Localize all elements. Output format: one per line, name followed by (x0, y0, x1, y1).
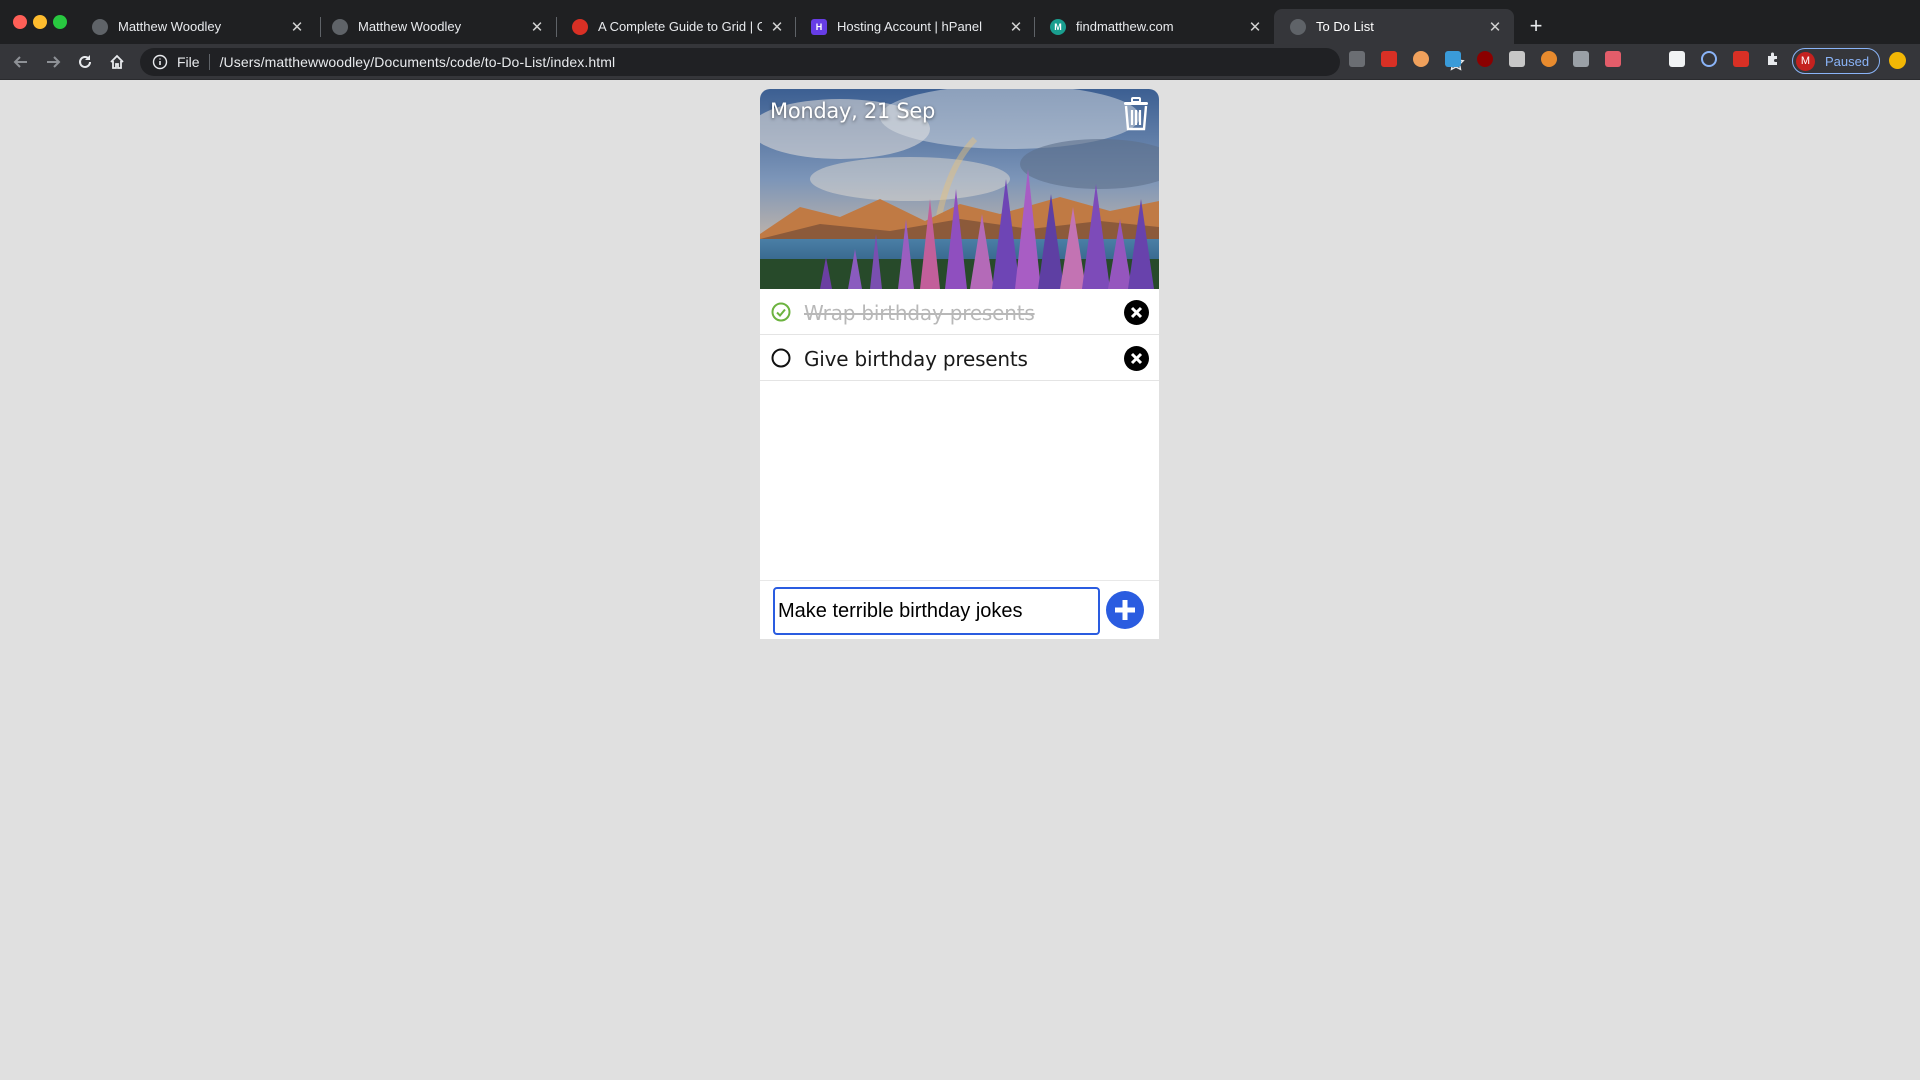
tab-title: Matthew Woodley (358, 19, 462, 34)
tab-findmatthew[interactable]: M findmatthew.com ✕ (1034, 9, 1274, 44)
globe-icon (332, 18, 348, 35)
puzzle-icon[interactable] (1765, 51, 1781, 67)
todo-item: Give birthday presents (760, 335, 1159, 381)
back-button[interactable] (7, 48, 35, 76)
tab-title: Hosting Account | hPanel (837, 19, 983, 34)
avatar: M (1796, 51, 1815, 71)
globe-icon (1290, 18, 1306, 35)
site-icon: M (1050, 18, 1066, 35)
extension-icon[interactable] (1509, 51, 1525, 67)
reload-button[interactable] (71, 48, 99, 76)
remove-item-icon[interactable] (1124, 346, 1149, 371)
tab-css-grid-guide[interactable]: A Complete Guide to Grid | CSS ✕ (556, 9, 796, 44)
minimize-window-button[interactable] (33, 15, 47, 29)
checked-circle-icon[interactable] (771, 302, 791, 322)
close-tab-icon[interactable]: ✕ (1486, 18, 1504, 36)
extension-icon[interactable] (1445, 51, 1461, 67)
tab-title: A Complete Guide to Grid | CSS (598, 19, 762, 34)
extension-icon[interactable] (1573, 51, 1589, 67)
address-bar[interactable]: File /Users/matthewwoodley/Documents/cod… (140, 48, 1465, 76)
tab-strip: Matthew Woodley ✕ Matthew Woodley ✕ A Co… (0, 0, 1920, 44)
todo-item: Wrap birthday presents (760, 289, 1159, 335)
css-tricks-icon (572, 18, 588, 35)
extension-icon[interactable] (1889, 52, 1906, 69)
extension-icon[interactable] (1733, 51, 1749, 67)
ublock-icon[interactable] (1477, 51, 1493, 67)
unchecked-circle-icon[interactable] (771, 348, 791, 368)
date-heading: Monday, 21 Sep (770, 99, 936, 123)
extension-icon[interactable] (1541, 51, 1557, 67)
tab-hpanel[interactable]: H Hosting Account | hPanel ✕ (795, 9, 1035, 44)
profile-button[interactable]: M Paused (1792, 48, 1880, 74)
info-icon[interactable] (152, 54, 168, 70)
extension-icon[interactable] (1381, 51, 1397, 67)
add-todo-bar (760, 580, 1159, 639)
tab-to-do-list[interactable]: To Do List ✕ (1274, 9, 1514, 44)
font-extension-icon[interactable] (1669, 51, 1685, 67)
trash-icon[interactable] (1121, 97, 1151, 131)
arrow-right-icon (47, 56, 61, 68)
close-tab-icon[interactable]: ✕ (288, 18, 306, 36)
url-scheme-label: File (177, 54, 210, 70)
reload-icon (79, 55, 91, 68)
new-todo-input[interactable] (773, 587, 1100, 635)
tab-matthew-woodley-1[interactable]: Matthew Woodley ✕ (76, 9, 316, 44)
close-tab-icon[interactable]: ✕ (1246, 18, 1264, 36)
profile-status: Paused (1825, 53, 1870, 69)
remove-item-icon[interactable] (1124, 300, 1149, 325)
extension-icon[interactable] (1349, 51, 1365, 67)
tab-title: findmatthew.com (1076, 19, 1174, 34)
close-tab-icon[interactable]: ✕ (768, 18, 786, 36)
add-button[interactable] (1105, 590, 1145, 630)
close-tab-icon[interactable]: ✕ (528, 18, 546, 36)
browser-toolbar: File /Users/matthewwoodley/Documents/cod… (0, 44, 1920, 80)
todo-text[interactable]: Wrap birthday presents (804, 301, 1035, 325)
zoom-window-button[interactable] (53, 15, 67, 29)
arrow-left-icon (13, 56, 27, 68)
new-tab-button[interactable]: + (1522, 12, 1550, 40)
todo-text[interactable]: Give birthday presents (804, 347, 1028, 371)
close-window-button[interactable] (13, 15, 27, 29)
tab-matthew-woodley-2[interactable]: Matthew Woodley ✕ (316, 9, 556, 44)
home-button[interactable] (103, 48, 131, 76)
extension-icon[interactable] (1413, 51, 1429, 67)
forward-button[interactable] (39, 48, 67, 76)
url-text[interactable]: /Users/matthewwoodley/Documents/code/to-… (220, 54, 616, 70)
home-icon (110, 54, 124, 69)
hostinger-icon: H (811, 18, 827, 35)
tab-title: Matthew Woodley (118, 19, 222, 34)
close-tab-icon[interactable]: ✕ (1007, 18, 1025, 36)
globe-icon (92, 18, 108, 35)
tab-title: To Do List (1316, 19, 1374, 34)
extension-icon[interactable] (1605, 51, 1621, 67)
todo-app: Monday, 21 Sep Wrap birthday presents Gi… (760, 89, 1159, 639)
header: Monday, 21 Sep (760, 89, 1159, 289)
react-devtools-icon[interactable] (1701, 51, 1717, 67)
